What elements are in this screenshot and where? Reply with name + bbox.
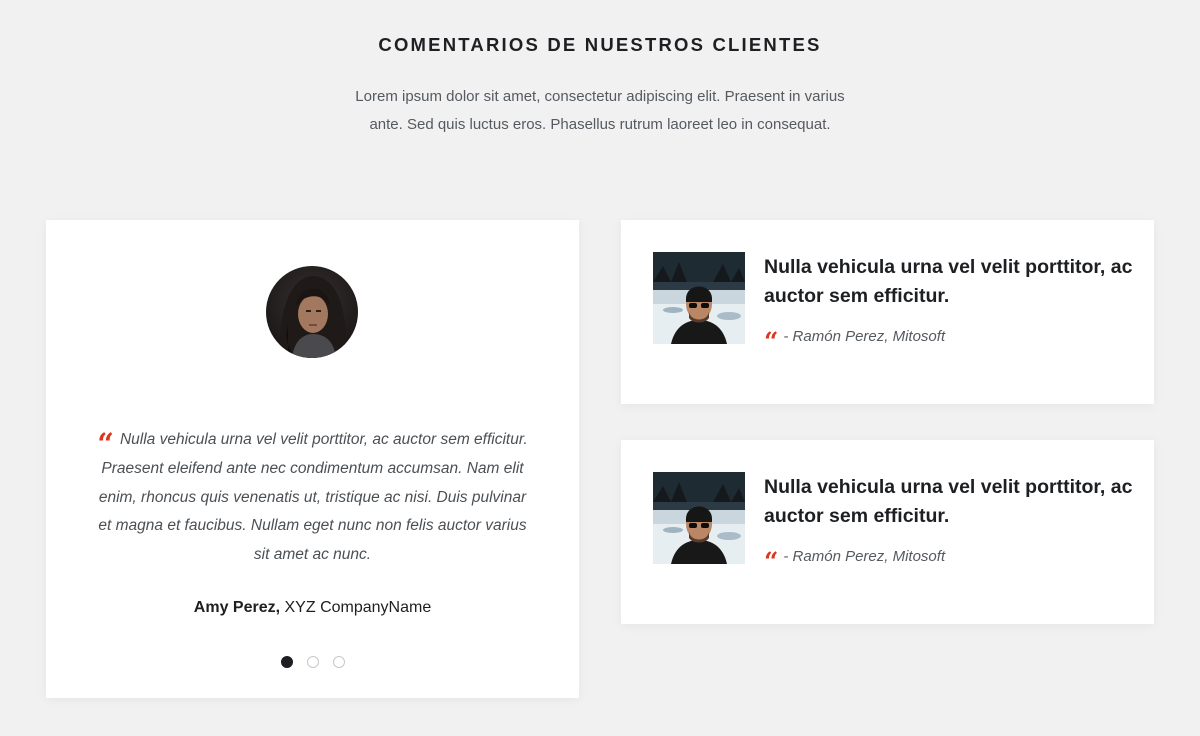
testimonial-title: Nulla vehicula urna vel velit porttitor,…	[764, 476, 1133, 527]
carousel-dot-2[interactable]	[307, 656, 319, 668]
testimonial-author: “- Ramón Perez, Mitosoft	[764, 547, 946, 576]
carousel-dot-3[interactable]	[333, 656, 345, 668]
author-company: XYZ CompanyName	[284, 599, 432, 616]
avatar	[266, 266, 358, 358]
section-title: COMENTARIOS DE NUESTROS CLIENTES	[378, 34, 822, 55]
section-description: Lorem ipsum dolor sit amet, consectetur …	[355, 88, 845, 133]
author-name: - Ramón Perez, Mitosoft	[783, 548, 946, 565]
testimonial-card: Nulla vehicula urna vel velit porttitor,…	[621, 220, 1154, 404]
testimonial-quote: “Nulla vehicula urna vel velit porttitor…	[97, 427, 528, 564]
testimonial-author: “- Ramón Perez, Mitosoft	[764, 327, 946, 356]
author-name: - Ramón Perez, Mitosoft	[783, 328, 946, 345]
woman-portrait-image	[266, 266, 358, 358]
man-portrait-image	[653, 252, 745, 344]
testimonial-card: Nulla vehicula urna vel velit porttitor,…	[621, 440, 1154, 624]
featured-testimonial-card: “Nulla vehicula urna vel velit porttitor…	[46, 220, 579, 698]
author-name: Amy Perez,	[193, 599, 281, 616]
testimonial-quote-text: Nulla vehicula urna vel velit porttitor,…	[98, 431, 528, 564]
avatar	[653, 472, 745, 564]
carousel-dots	[281, 656, 345, 668]
testimonial-author: Amy Perez, XYZ CompanyName	[46, 599, 579, 617]
man-portrait-image	[653, 472, 745, 564]
testimonial-title: Nulla vehicula urna vel velit porttitor,…	[764, 256, 1133, 307]
carousel-dot-1[interactable]	[281, 656, 293, 668]
avatar	[653, 252, 745, 344]
